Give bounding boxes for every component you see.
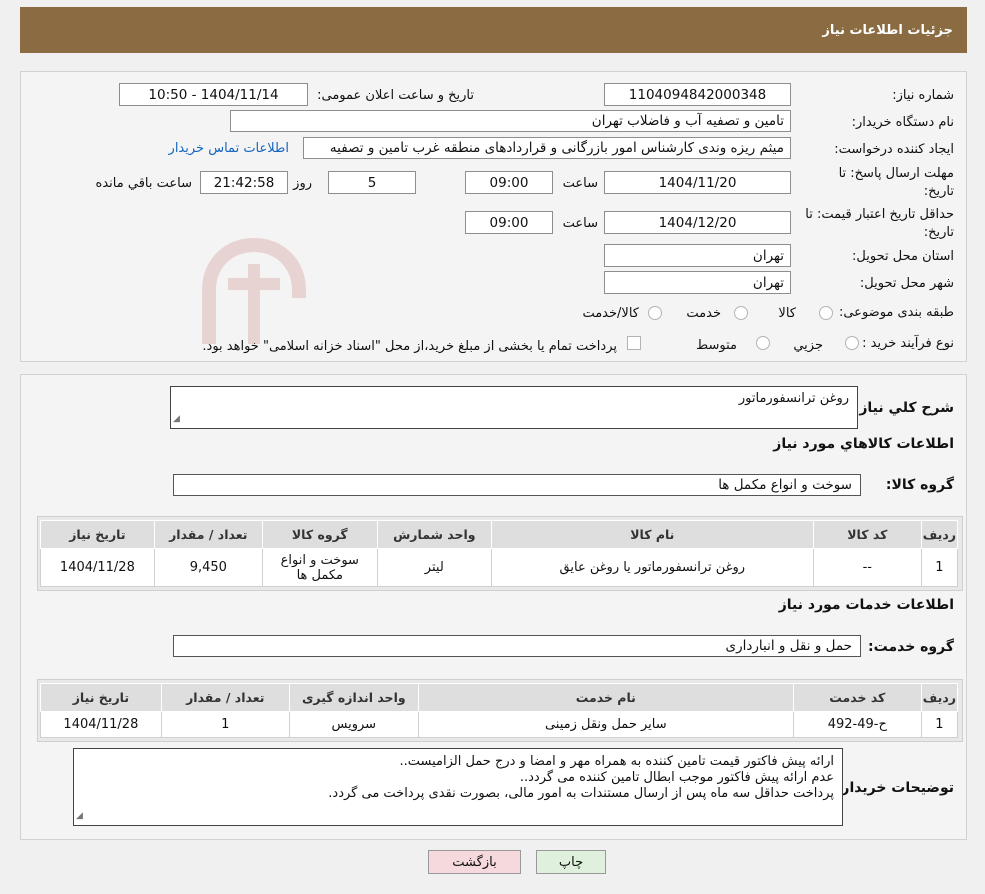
goods-cell-code: -- — [812, 548, 922, 587]
buyer-org-label: نام دستگاه خریدار: — [851, 115, 954, 130]
days-remaining-field: 5 — [328, 171, 416, 194]
city-field: تهران — [604, 271, 791, 294]
category-option-goods: کالا — [778, 306, 796, 321]
goods-col-unit: واحد شمارش — [376, 520, 492, 549]
back-button[interactable]: بازگشت — [428, 850, 521, 874]
services-col-code: کد خدمت — [792, 683, 922, 712]
services-col-row: رديف — [920, 683, 959, 712]
table-row: 1 -- روغن ترانسفورماتور یا روغن عایق لیت… — [40, 548, 959, 587]
process-type-label: نوع فرآیند خرید : — [862, 336, 954, 351]
description-text: روغن ترانسفورماتور — [738, 391, 849, 406]
goods-cell-name: روغن ترانسفورماتور یا روغن عایق — [490, 548, 814, 587]
services-table-frame: رديف کد خدمت نام خدمت واحد اندازه گیری ت… — [37, 679, 963, 742]
need-info-panel: شماره نیاز: 1104094842000348 تاریخ و ساع… — [20, 71, 967, 362]
table-row: 1 ح-49-492 سایر حمل ونقل زمینی سرویس 1 1… — [40, 711, 959, 738]
buyer-note-line-2: عدم ارائه پیش فاکتور موجب ابطال تامین کن… — [519, 770, 834, 785]
province-label: استان محل تحویل: — [852, 249, 954, 264]
goods-table: رديف کد کالا نام کالا واحد شمارش گروه کا… — [40, 520, 959, 587]
goods-cell-row: 1 — [920, 548, 959, 587]
description-label: شرح كلي نياز: — [853, 400, 954, 416]
services-cell-quantity: 1 — [160, 711, 290, 738]
deadline-date-field: 1404/11/20 — [604, 171, 791, 194]
services-cell-name: سایر حمل ونقل زمینی — [417, 711, 794, 738]
print-button[interactable]: چاپ — [536, 850, 606, 874]
price-validity-time-label: ساعت — [562, 216, 598, 231]
buyer-note-line-1: ارائه پیش فاکتور قیمت تامین کننده به همر… — [399, 754, 834, 769]
announce-datetime-field: 1404/11/14 - 10:50 — [119, 83, 308, 106]
goods-col-date: تاریخ نیاز — [40, 520, 155, 549]
treasury-payment-checkbox[interactable] — [627, 336, 641, 350]
page-title: جزئیات اطلاعات نیاز — [822, 22, 953, 38]
category-option-goods-service: کالا/خدمت — [582, 306, 639, 321]
category-radio-service[interactable] — [734, 306, 748, 320]
services-section-title: اطلاعات خدمات مورد نياز — [778, 597, 954, 613]
buyer-note-line-3: پرداخت حداقل سه ماه پس از ارسال مستندات … — [328, 786, 834, 801]
remaining-time-field: 21:42:58 — [200, 171, 288, 194]
services-table-header: رديف کد خدمت نام خدمت واحد اندازه گیری ت… — [40, 683, 959, 712]
price-validity-time-field: 09:00 — [465, 211, 553, 234]
goods-col-quantity: تعداد / مقدار — [153, 520, 263, 549]
requester-label: ایجاد کننده درخواست: — [834, 142, 954, 157]
requester-field: میثم ریزه وندی کارشناس امور بازرگانی و ق… — [303, 137, 791, 159]
goods-cell-date: 1404/11/28 — [40, 548, 155, 587]
buyer-notes-textarea[interactable]: ارائه پیش فاکتور قیمت تامین کننده به همر… — [73, 748, 843, 826]
price-validity-label: حداقل تاریخ اعتبار قیمت: تا — [805, 207, 954, 222]
resize-grip-icon[interactable]: ◢ — [76, 808, 83, 824]
goods-group-label: گروه كالا: — [885, 477, 954, 493]
category-radio-goods-service[interactable] — [648, 306, 662, 320]
services-col-quantity: تعداد / مقدار — [160, 683, 290, 712]
services-col-date: تاریخ نیاز — [40, 683, 162, 712]
services-cell-code: ح-49-492 — [792, 711, 922, 738]
need-number-label: شماره نیاز: — [892, 88, 954, 103]
deadline-time-label: ساعت — [562, 176, 598, 191]
service-group-label: گروه خدمت: — [868, 639, 954, 655]
price-validity-date-label: تاریخ: — [923, 225, 954, 240]
category-option-service: خدمت — [686, 306, 721, 321]
treasury-payment-note: پرداخت تمام یا بخشی از مبلغ خرید،از محل … — [202, 339, 617, 354]
description-textarea[interactable]: روغن ترانسفورماتور ◢ — [170, 386, 858, 429]
page-header: جزئیات اطلاعات نیاز — [20, 7, 967, 53]
services-col-unit: واحد اندازه گیری — [288, 683, 419, 712]
goods-table-frame: رديف کد کالا نام کالا واحد شمارش گروه کا… — [37, 516, 963, 591]
buyer-org-field: تامین و تصفیه آب و فاضلاب تهران — [230, 110, 791, 132]
goods-group-field: سوخت و انواع مکمل ها — [173, 474, 861, 496]
city-label: شهر محل تحویل: — [859, 276, 954, 291]
goods-col-code: کد کالا — [812, 520, 922, 549]
need-number-field: 1104094842000348 — [604, 83, 791, 106]
announce-datetime-label: تاریخ و ساعت اعلان عمومی: — [317, 88, 474, 103]
goods-cell-unit: لیتر — [376, 548, 492, 587]
goods-section-title: اطلاعات كالاهاي مورد نياز — [773, 436, 954, 452]
deadline-label: مهلت ارسال پاسخ: تا — [838, 166, 954, 181]
process-radio-minor[interactable] — [845, 336, 859, 350]
services-cell-date: 1404/11/28 — [40, 711, 162, 738]
deadline-time-field: 09:00 — [465, 171, 553, 194]
process-option-medium: متوسط — [696, 338, 737, 353]
category-label: طبقه بندی موضوعی: — [838, 305, 954, 320]
goods-col-group: گروه کالا — [261, 520, 378, 549]
resize-grip-icon[interactable]: ◢ — [173, 411, 180, 427]
process-radio-medium[interactable] — [756, 336, 770, 350]
goods-cell-group: سوخت و انواع مکمل ها — [261, 548, 378, 587]
goods-col-row: رديف — [920, 520, 959, 549]
services-col-name: نام خدمت — [417, 683, 794, 712]
services-cell-row: 1 — [920, 711, 959, 738]
goods-col-name: نام کالا — [490, 520, 814, 549]
price-validity-date-field: 1404/12/20 — [604, 211, 791, 234]
province-field: تهران — [604, 244, 791, 267]
goods-table-header: رديف کد کالا نام کالا واحد شمارش گروه کا… — [40, 520, 959, 549]
details-panel: شرح كلي نياز: روغن ترانسفورماتور ◢ اطلاع… — [20, 374, 967, 840]
service-group-field: حمل و نقل و انبارداری — [173, 635, 861, 657]
buyer-contact-link[interactable]: اطلاعات تماس خریدار — [169, 141, 289, 156]
category-radio-goods[interactable] — [819, 306, 833, 320]
process-option-minor: جزيي — [793, 338, 823, 353]
remaining-time-label: ساعت باقي مانده — [95, 176, 192, 191]
deadline-date-label: تاریخ: — [923, 184, 954, 199]
services-cell-unit: سرویس — [288, 711, 419, 738]
services-table: رديف کد خدمت نام خدمت واحد اندازه گیری ت… — [40, 683, 959, 738]
buyer-notes-label: توضیحات خریدار: — [835, 780, 954, 796]
goods-cell-quantity: 9,450 — [153, 548, 263, 587]
